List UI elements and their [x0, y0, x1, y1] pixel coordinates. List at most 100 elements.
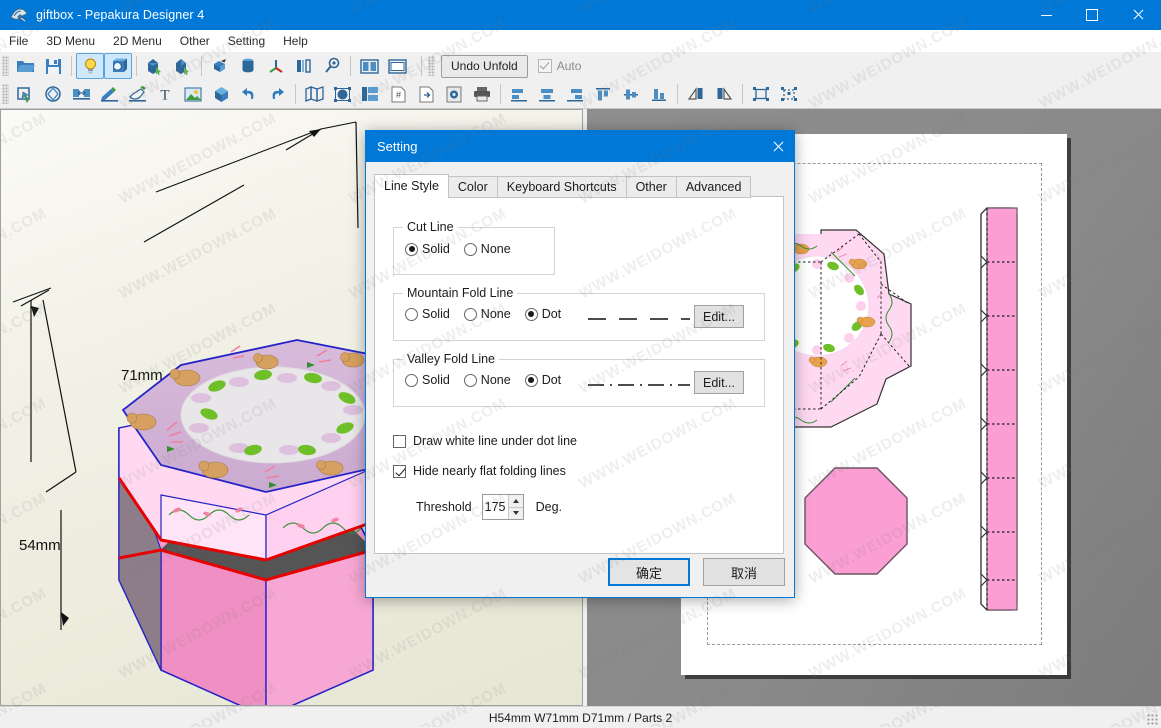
window-controls [1023, 0, 1161, 30]
auto-checkbox-wrap[interactable]: Auto [537, 59, 581, 73]
mountain-dot-radio[interactable]: Dot [524, 307, 562, 321]
undo-button[interactable] [235, 81, 263, 107]
align-right-button[interactable] [561, 81, 589, 107]
erase-line-button[interactable] [123, 81, 151, 107]
minimize-button[interactable] [1023, 0, 1069, 30]
select-move-button[interactable] [11, 81, 39, 107]
toolbar-grip-2[interactable] [428, 56, 435, 76]
print-button[interactable] [468, 81, 496, 107]
image-icon [184, 87, 202, 101]
close-button[interactable] [1115, 0, 1161, 30]
menu-setting[interactable]: Setting [219, 32, 274, 50]
cut-line-none-radio[interactable]: None [463, 242, 511, 256]
ok-button[interactable]: 确定 [608, 558, 690, 586]
cylinder-tool-button[interactable] [234, 53, 262, 79]
valley-solid-radio[interactable]: Solid [405, 373, 450, 387]
radio-dot [405, 307, 418, 321]
rotate-model-button[interactable] [141, 53, 169, 79]
menu-other[interactable]: Other [171, 32, 219, 50]
draw-line-button[interactable] [95, 81, 123, 107]
draw-white-line-checkbox-row[interactable]: Draw white line under dot line [393, 434, 577, 448]
add-text-button[interactable]: T [151, 81, 179, 107]
cut-line-none-label: None [480, 242, 511, 256]
dialog-close-button[interactable] [750, 131, 794, 162]
resize-grip[interactable] [1147, 714, 1159, 726]
join-face-button[interactable] [318, 53, 346, 79]
radio-dot [463, 242, 477, 256]
tab-line-style[interactable]: Line Style [374, 174, 449, 198]
align-middle-button[interactable] [617, 81, 645, 107]
menu-help[interactable]: Help [274, 32, 317, 50]
threshold-label: Threshold [416, 500, 472, 514]
group-parts-button[interactable] [747, 81, 775, 107]
auto-checkbox[interactable] [537, 59, 552, 73]
menu-2d[interactable]: 2D Menu [104, 32, 171, 50]
maximize-button[interactable] [1069, 0, 1115, 30]
toolbar-separator [677, 84, 678, 104]
layout-vertical-button[interactable] [355, 53, 383, 79]
mountain-dot-label: Dot [541, 307, 562, 321]
undo-unfold-button[interactable]: Undo Unfold [441, 54, 528, 78]
toggle-texture-button[interactable] [104, 53, 132, 79]
fit-page-button[interactable] [328, 81, 356, 107]
mountain-solid-radio[interactable]: Solid [405, 307, 450, 321]
layout-single-button[interactable] [383, 53, 411, 79]
draw-white-line-checkbox[interactable] [393, 434, 406, 448]
valley-edit-button[interactable]: Edit... [694, 371, 744, 394]
threshold-up-button[interactable] [508, 495, 523, 507]
save-file-button[interactable] [39, 53, 67, 79]
dialog-footer: 确定 取消 [366, 558, 794, 597]
export-page-button[interactable] [412, 81, 440, 107]
unfold-pattern-button[interactable] [300, 81, 328, 107]
flip-vertical-button[interactable] [710, 81, 738, 107]
threshold-down-button[interactable] [508, 506, 523, 519]
menu-file[interactable]: File [0, 32, 37, 50]
radio-dot [463, 307, 477, 321]
tab-advanced[interactable]: Advanced [675, 176, 752, 198]
toggle-light-button[interactable] [76, 53, 104, 79]
menu-3d[interactable]: 3D Menu [37, 32, 104, 50]
redo-button[interactable] [263, 81, 291, 107]
threshold-spinner[interactable]: 175 [481, 494, 524, 520]
radio-dot [405, 242, 418, 256]
unfold-tool-button[interactable] [206, 53, 234, 79]
rotate-model-icon [148, 59, 161, 75]
move-model-button[interactable] [169, 53, 197, 79]
arrange-parts-button[interactable] [356, 81, 384, 107]
flip-horizontal-button[interactable] [682, 81, 710, 107]
tab-keyboard-shortcuts[interactable]: Keyboard Shortcuts [496, 176, 627, 198]
print-preview-button[interactable] [440, 81, 468, 107]
page-number-icon: # [391, 86, 405, 102]
split-face-button[interactable] [290, 53, 318, 79]
mountain-edit-button[interactable]: Edit... [694, 305, 744, 328]
cancel-button[interactable]: 取消 [703, 558, 785, 586]
align-center-icon [539, 88, 555, 101]
setting-dialog[interactable]: Setting Line Style Color Keyboard Shortc… [365, 130, 795, 598]
rotate-part-button[interactable] [39, 81, 67, 107]
ungroup-parts-button[interactable] [775, 81, 803, 107]
solid-box-button[interactable] [207, 81, 235, 107]
page-number-button[interactable]: # [384, 81, 412, 107]
axis-tool-button[interactable] [262, 53, 290, 79]
layout-vertical-icon [359, 58, 379, 74]
threshold-value[interactable]: 175 [483, 495, 508, 519]
add-image-button[interactable] [179, 81, 207, 107]
hide-flat-lines-checkbox-row[interactable]: Hide nearly flat folding lines [393, 464, 566, 478]
align-bottom-button[interactable] [645, 81, 673, 107]
flip-vertical-icon [717, 87, 733, 100]
toolbar2-grip[interactable] [2, 84, 9, 104]
valley-dot-radio[interactable]: Dot [524, 373, 561, 387]
cut-line-solid-radio[interactable]: Solid [405, 242, 450, 256]
hide-flat-lines-checkbox[interactable] [393, 464, 406, 478]
toolbar-grip[interactable] [2, 56, 9, 76]
valley-none-radio[interactable]: None [463, 373, 511, 387]
radio-dot [405, 373, 418, 387]
tab-other[interactable]: Other [625, 176, 677, 198]
join-disjoin-button[interactable] [67, 81, 95, 107]
mountain-none-radio[interactable]: None [463, 307, 511, 321]
align-top-button[interactable] [589, 81, 617, 107]
tab-color[interactable]: Color [447, 176, 498, 198]
align-left-button[interactable] [505, 81, 533, 107]
align-center-button[interactable] [533, 81, 561, 107]
open-file-button[interactable] [11, 53, 39, 79]
